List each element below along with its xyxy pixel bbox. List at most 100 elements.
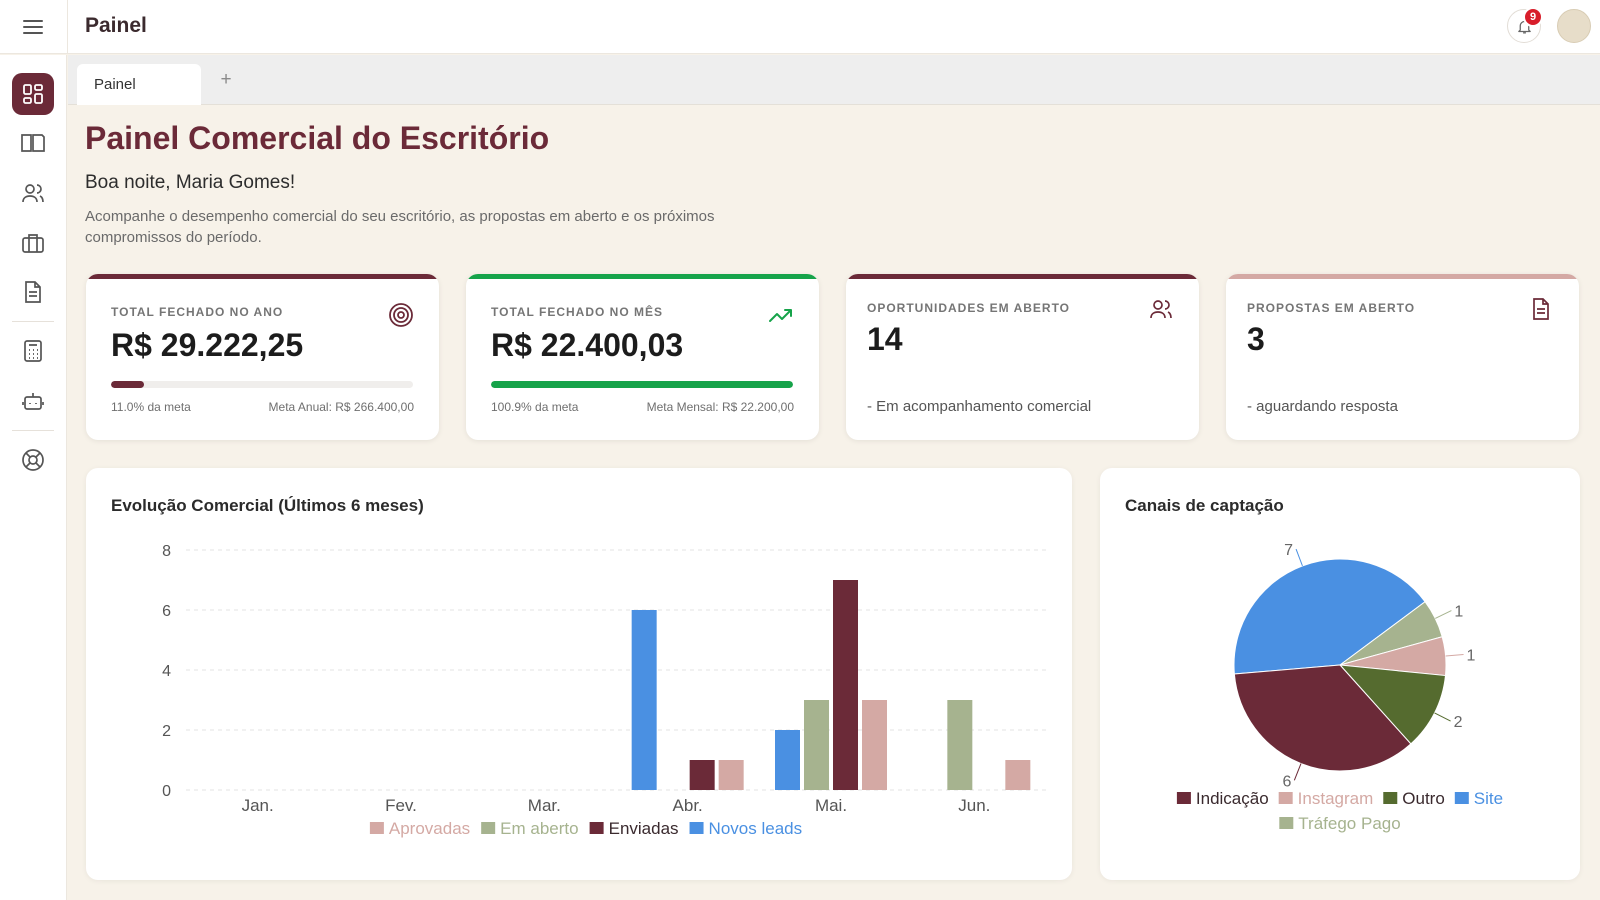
pie-value-label: 2 xyxy=(1454,714,1463,731)
bar[interactable] xyxy=(804,700,829,790)
book-open-icon xyxy=(21,134,45,152)
card-goal: Meta Mensal: R$ 22.200,00 xyxy=(646,400,794,414)
legend-item[interactable]: Em aberto xyxy=(481,819,579,838)
card-value: 3 xyxy=(1247,321,1265,357)
sidebar-item-assistant[interactable] xyxy=(12,380,54,422)
sidebar-item-book[interactable] xyxy=(12,122,54,164)
legend-item[interactable]: Enviadas xyxy=(589,819,679,838)
card-accent-bar xyxy=(466,274,819,279)
legend-label: Enviadas xyxy=(609,819,679,838)
card-accent-bar xyxy=(846,274,1199,279)
document-icon xyxy=(25,281,41,303)
card-value: 14 xyxy=(867,321,903,357)
bar[interactable] xyxy=(833,580,858,790)
users-icon xyxy=(22,184,44,203)
pie-label-line xyxy=(1295,548,1303,567)
sidebar xyxy=(0,55,67,900)
month-progress-fill xyxy=(491,381,793,388)
trending-up-icon xyxy=(768,302,794,328)
bar[interactable] xyxy=(718,760,744,790)
legend-item[interactable]: Outro xyxy=(1383,789,1445,808)
kpi-card-proposals: PROPOSTAS EM ABERTO 3 - aguardando respo… xyxy=(1226,274,1579,440)
legend-swatch xyxy=(369,822,384,834)
card-subtitle: - aguardando resposta xyxy=(1247,398,1398,415)
card-value: R$ 22.400,03 xyxy=(491,327,684,363)
y-tick-label: 0 xyxy=(162,783,171,800)
x-tick-label: Mar. xyxy=(528,796,561,815)
top-bar: Painel 9 xyxy=(0,0,1600,54)
card-label: TOTAL FECHADO NO MÊS xyxy=(491,305,664,319)
tab-strip: Painel + xyxy=(68,55,1600,105)
legend-item[interactable]: Tráfego Pago xyxy=(1279,814,1401,833)
hamburger-menu-icon[interactable] xyxy=(19,15,47,39)
target-icon xyxy=(388,302,414,328)
card-accent-bar xyxy=(1226,274,1579,279)
app-title: Painel xyxy=(85,14,147,37)
bar-chart: 0 2 4 6 8 Jan. Fev. Mar. Abr. Mai. Jun. Aprovadas Em… xyxy=(162,543,1046,838)
bar[interactable] xyxy=(775,730,800,790)
sidebar-divider xyxy=(12,321,54,322)
users-icon xyxy=(1148,296,1174,322)
tab-painel[interactable]: Painel xyxy=(77,64,201,105)
legend-label: Indicação xyxy=(1196,789,1269,808)
card-percentage: 100.9% da meta xyxy=(491,400,579,414)
x-tick-label: Jan. xyxy=(242,796,274,815)
sidebar-item-users[interactable] xyxy=(12,172,54,214)
kpi-card-opportunities: OPORTUNIDADES EM ABERTO 14 - Em acompanh… xyxy=(846,274,1199,440)
card-label: OPORTUNIDADES EM ABERTO xyxy=(867,301,1071,315)
month-progress-bar xyxy=(491,381,793,388)
lifebuoy-icon xyxy=(22,449,44,471)
card-label: TOTAL FECHADO NO ANO xyxy=(111,305,284,319)
legend-item[interactable]: Instagram xyxy=(1278,789,1374,808)
robot-icon xyxy=(22,393,44,410)
legend-item[interactable]: Aprovadas xyxy=(369,819,470,838)
legend-item[interactable]: Novos leads xyxy=(689,819,803,838)
pie-label-line xyxy=(1434,712,1451,722)
notification-badge: 9 xyxy=(1523,7,1543,27)
pie-chart-panel: Canais de captação 7 1 1 2 6 Indicação Instagr… xyxy=(1100,468,1580,880)
bar-chart-panel: Evolução Comercial (Últimos 6 meses) 024… xyxy=(86,468,1072,880)
sidebar-item-calculator[interactable] xyxy=(12,330,54,372)
legend-swatch xyxy=(1383,792,1398,804)
pie-label-line xyxy=(1445,653,1464,657)
legend-swatch xyxy=(689,822,704,834)
sidebar-item-dashboard[interactable] xyxy=(12,73,54,115)
sidebar-item-briefcase[interactable] xyxy=(12,222,54,264)
card-value: R$ 29.222,25 xyxy=(111,327,304,363)
legend-label: Aprovadas xyxy=(389,819,470,838)
header-divider xyxy=(67,0,68,54)
y-tick-label: 2 xyxy=(162,723,171,740)
bar[interactable] xyxy=(947,700,973,790)
card-accent-bar xyxy=(86,274,439,279)
x-tick-label: Jun. xyxy=(958,796,990,815)
pie-chart: 7 1 1 2 6 Indicação Instagram Outro Site Tráfego … xyxy=(1176,542,1503,833)
page-title: Painel Comercial do Escritório xyxy=(85,120,550,156)
card-percentage: 11.0% da meta xyxy=(111,400,191,414)
bar[interactable] xyxy=(689,760,715,790)
kpi-card-month: TOTAL FECHADO NO MÊS R$ 22.400,03 100.9%… xyxy=(466,274,819,440)
legend-label: Novos leads xyxy=(709,819,803,838)
pie-value-label: 7 xyxy=(1284,542,1293,559)
legend-swatch xyxy=(481,822,496,834)
legend-label: Em aberto xyxy=(500,819,578,838)
bar[interactable] xyxy=(862,700,887,790)
y-tick-label: 8 xyxy=(162,543,171,560)
legend-label: Site xyxy=(1474,789,1503,808)
legend-swatch xyxy=(1278,792,1293,804)
user-avatar[interactable] xyxy=(1557,9,1591,43)
card-goal: Meta Anual: R$ 266.400,00 xyxy=(268,400,414,414)
legend-swatch xyxy=(1176,792,1191,804)
legend-item[interactable]: Indicação xyxy=(1176,789,1269,808)
add-tab-button[interactable]: + xyxy=(216,70,236,90)
x-tick-label: Mai. xyxy=(815,796,847,815)
legend-label: Tráfego Pago xyxy=(1298,814,1400,833)
sidebar-divider xyxy=(12,430,54,431)
legend-item[interactable]: Site xyxy=(1454,789,1503,808)
sidebar-item-support[interactable] xyxy=(12,439,54,481)
sidebar-item-documents[interactable] xyxy=(12,271,54,313)
bar[interactable] xyxy=(1005,760,1031,790)
pie-label-line xyxy=(1435,610,1452,619)
card-subtitle: - Em acompanhamento comercial xyxy=(867,398,1092,415)
bar[interactable] xyxy=(631,610,657,790)
year-progress-bar xyxy=(111,381,413,388)
